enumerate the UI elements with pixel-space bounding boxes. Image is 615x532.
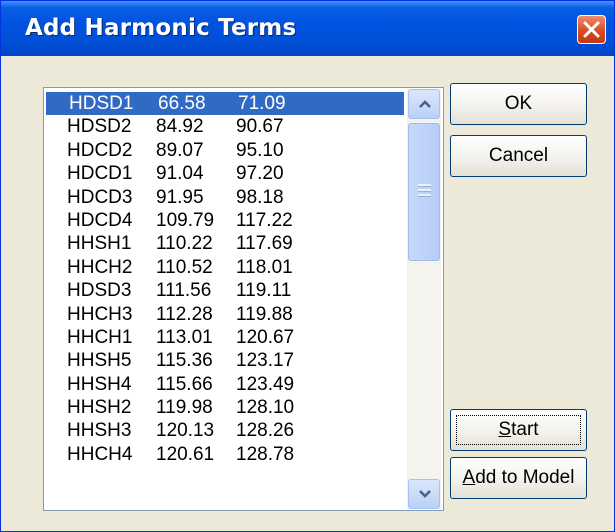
scroll-down-button[interactable]: [408, 479, 440, 509]
add-harmonic-terms-dialog: Add Harmonic Terms HDSD1 66.58 71.09 HDSD2 8…: [0, 0, 615, 532]
list-item[interactable]: HDSD1 66.58 71.09: [46, 92, 404, 116]
thumb-grip-line: [418, 184, 431, 187]
list-item-v2: 120.67: [236, 326, 295, 348]
list-item-v1: 113.01: [156, 326, 213, 348]
list-item-v1: 119.98: [156, 397, 213, 419]
add-to-model-button[interactable]: Add to Model: [450, 457, 587, 499]
focus-ring: [456, 415, 581, 445]
list-item-v2: 71.09: [238, 93, 286, 114]
chevron-up-icon: [419, 100, 431, 108]
scrollbar-thumb[interactable]: [408, 123, 440, 261]
list-item-name: HHSH5: [67, 350, 132, 372]
list-item-name: HHSH3: [67, 420, 132, 442]
list-item-v1: 109.79: [156, 209, 215, 231]
list-item-v1: 91.04: [156, 163, 204, 185]
list-item-v2: 90.67: [236, 116, 284, 138]
list-item-v1: 115.66: [156, 373, 213, 395]
list-item-name: HHSH4: [67, 373, 132, 395]
list-item-v2: 98.18: [236, 186, 284, 208]
list-item-v1: 111.56: [156, 280, 212, 302]
list-item[interactable]: HDCD2 89.07 95.10: [44, 139, 406, 162]
list-item[interactable]: HHSH2 119.98 128.10: [44, 396, 406, 419]
list-item-v2: 95.10: [236, 139, 284, 161]
list-item-v1: 120.61: [156, 443, 215, 465]
list-item-name: HDCD2: [67, 139, 133, 161]
list-item-v1: 112.28: [156, 303, 213, 325]
list-item-name: HHCH1: [67, 326, 133, 348]
list-item-name: HDCD1: [67, 163, 133, 185]
list-item-v1: 89.07: [156, 139, 204, 161]
list-item-v2: 119.11: [236, 280, 292, 302]
list-item-name: HDCD4: [67, 209, 133, 231]
title-bar[interactable]: Add Harmonic Terms: [1, 1, 614, 56]
list-item[interactable]: [44, 466, 406, 489]
list-item[interactable]: HDSD3 111.56 119.11: [44, 279, 406, 302]
list-item-name: HHCH4: [67, 443, 133, 465]
list-item-v2: 128.26: [236, 420, 295, 442]
list-rows: HDSD1 66.58 71.09 HDSD2 84.92 90.67 HDCD2 89.07…: [44, 92, 406, 490]
list-item-v1: 110.22: [156, 233, 213, 255]
ok-button[interactable]: OK: [450, 83, 587, 125]
close-button[interactable]: [577, 15, 606, 44]
list-item-name: HHSH2: [67, 397, 132, 419]
list-item-name: HDSD2: [67, 116, 132, 138]
list-item-v2: 128.10: [236, 397, 295, 419]
list-item-name: HHCH3: [67, 303, 133, 325]
list-item[interactable]: HHSH3 120.13 128.26: [44, 419, 406, 442]
list-item-v2: 117.69: [236, 233, 293, 255]
scroll-up-button[interactable]: [408, 89, 440, 119]
thumb-grip-line: [418, 189, 431, 192]
list-item[interactable]: HDCD1 91.04 97.20: [44, 162, 406, 185]
list-item[interactable]: HDSD2 84.92 90.67: [44, 115, 406, 138]
list-item[interactable]: HHCH2 110.52 118.01: [44, 256, 406, 279]
list-item[interactable]: HHSH5 115.36 123.17: [44, 349, 406, 372]
list-item[interactable]: HDCD4 109.79 117.22: [44, 209, 406, 232]
list-item[interactable]: HDCD3 91.95 98.18: [44, 186, 406, 209]
list-item-v1: 66.58: [158, 93, 206, 114]
chevron-down-icon: [419, 490, 431, 498]
list-item-v2: 123.49: [236, 373, 295, 395]
list-item[interactable]: HHCH3 112.28 119.88: [44, 303, 406, 326]
add-label: dd to Model: [475, 467, 575, 488]
list-item-name: HDSD3: [67, 280, 132, 302]
dialog-body: HDSD1 66.58 71.09 HDSD2 84.92 90.67 HDCD2 89.07…: [7, 57, 608, 525]
list-item-v1: 115.36: [156, 350, 213, 372]
list-item-v2: 97.20: [236, 163, 284, 185]
list-item-name: HDCD3: [67, 186, 133, 208]
list-item[interactable]: HHCH1 113.01 120.67: [44, 326, 406, 349]
list-item-v2: 117.22: [236, 209, 293, 231]
list-item-v2: 128.78: [236, 443, 295, 465]
add-mnemonic: A: [462, 467, 476, 488]
list-item-name: HHSH1: [67, 233, 132, 255]
list-item-v1: 120.13: [156, 420, 215, 442]
vertical-scrollbar[interactable]: [407, 89, 441, 509]
close-icon: [583, 21, 600, 38]
list-item-name: HHCH2: [67, 256, 133, 278]
list-item-v1: 110.52: [156, 256, 213, 278]
list-item-v2: 118.01: [236, 256, 293, 278]
list-item-v1: 84.92: [156, 116, 204, 138]
list-item[interactable]: HHSH1 110.22 117.69: [44, 232, 406, 255]
cancel-button[interactable]: Cancel: [450, 135, 587, 177]
list-item[interactable]: HHCH4 120.61 128.78: [44, 443, 406, 466]
dialog-title: Add Harmonic Terms: [25, 15, 297, 41]
harmonic-terms-list[interactable]: HDSD1 66.58 71.09 HDSD2 84.92 90.67 HDCD2 89.07…: [43, 87, 444, 511]
list-item-v2: 119.88: [236, 303, 293, 325]
list-item-v1: 91.95: [156, 186, 204, 208]
list-item-v2: 123.17: [236, 350, 295, 372]
start-button[interactable]: Start: [450, 409, 587, 451]
thumb-grip-line: [418, 194, 431, 197]
list-item[interactable]: HHSH4 115.66 123.49: [44, 373, 406, 396]
list-item-name: HDSD1: [69, 93, 134, 114]
